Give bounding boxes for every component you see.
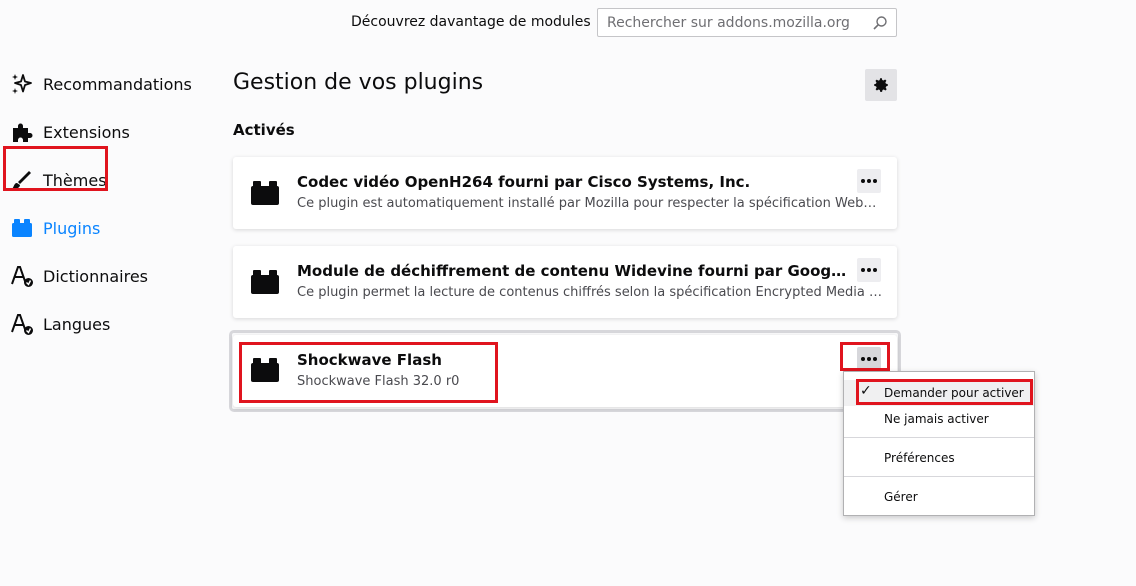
plugin-name: Shockwave Flash xyxy=(297,351,442,369)
search-icon[interactable] xyxy=(872,15,888,31)
sidebar-item-plugins[interactable]: Plugins xyxy=(0,204,210,252)
more-dot xyxy=(873,179,877,183)
dictionary-icon xyxy=(11,266,33,287)
language-icon xyxy=(11,314,33,335)
checkmark-icon: ✓ xyxy=(860,383,872,399)
plugin-name: Codec vidéo OpenH264 fourni par Cisco Sy… xyxy=(297,173,751,191)
addons-manager-page: Découvrez davantage de modules Recommand… xyxy=(0,0,1136,586)
sidebar-item-label: Plugins xyxy=(43,218,101,238)
discover-more-label: Découvrez davantage de modules xyxy=(351,14,591,30)
plugin-name: Module de déchiffrement de contenu Widev… xyxy=(297,262,847,280)
menu-item-label: Ne jamais activer xyxy=(884,412,989,426)
more-dot xyxy=(861,179,865,183)
sidebar-item-label: Recommandations xyxy=(43,74,192,94)
menu-item-preferences[interactable]: Préférences xyxy=(844,445,1034,471)
menu-item-never-activate[interactable]: Ne jamais activer xyxy=(844,406,1034,432)
menu-item-ask-to-activate[interactable]: ✓ Demander pour activer xyxy=(844,380,1034,406)
more-dot xyxy=(867,357,871,361)
menu-separator xyxy=(844,437,1034,438)
more-dot xyxy=(873,268,877,272)
menu-item-label: Demander pour activer xyxy=(884,386,1024,400)
sparkle-icon xyxy=(12,74,32,94)
plugin-description: Shockwave Flash 32.0 r0 xyxy=(297,374,460,389)
sidebar-item-label: Extensions xyxy=(43,122,130,142)
more-dot xyxy=(867,179,871,183)
plugin-icon xyxy=(251,358,279,382)
menu-item-label: Préférences xyxy=(884,451,955,465)
more-options-button[interactable] xyxy=(857,347,881,371)
sidebar-item-languages[interactable]: Langues xyxy=(0,300,210,348)
menu-item-label: Gérer xyxy=(884,490,918,504)
page-title: Gestion de vos plugins xyxy=(233,70,484,95)
search-input[interactable] xyxy=(598,9,866,36)
more-dot xyxy=(861,268,865,272)
puzzle-icon xyxy=(13,123,33,142)
sidebar-item-label: Langues xyxy=(43,314,111,334)
plugin-icon xyxy=(251,181,279,205)
more-dot xyxy=(861,357,865,361)
plugin-card-flash[interactable]: Shockwave Flash Shockwave Flash 32.0 r0 xyxy=(233,335,897,407)
tools-button[interactable] xyxy=(865,69,897,101)
plugin-icon xyxy=(251,270,279,294)
sidebar-item-recommendations[interactable]: Recommandations xyxy=(0,60,210,108)
enabled-section-title: Activés xyxy=(233,121,295,139)
more-dot xyxy=(873,357,877,361)
more-options-button[interactable] xyxy=(857,169,881,193)
more-dot xyxy=(867,268,871,272)
more-options-button[interactable] xyxy=(857,258,881,282)
plugin-card[interactable]: Codec vidéo OpenH264 fourni par Cisco Sy… xyxy=(233,157,897,229)
sidebar-item-dictionaries[interactable]: Dictionnaires xyxy=(0,252,210,300)
gear-icon xyxy=(874,78,888,92)
search-box[interactable] xyxy=(597,8,897,37)
plugin-options-menu: ✓ Demander pour activer Ne jamais active… xyxy=(843,371,1035,516)
plugin-icon xyxy=(12,219,32,237)
sidebar-item-label: Dictionnaires xyxy=(43,266,149,286)
menu-separator xyxy=(844,476,1034,477)
plugin-card[interactable]: Module de déchiffrement de contenu Widev… xyxy=(233,246,897,318)
plugin-description: Ce plugin permet la lecture de contenus … xyxy=(297,285,882,300)
menu-item-manage[interactable]: Gérer xyxy=(844,484,1034,510)
plugin-description: Ce plugin est automatiquement installé p… xyxy=(297,196,882,211)
plugins-highlight-box xyxy=(3,146,108,191)
top-search-row: Découvrez davantage de modules xyxy=(0,8,1136,38)
category-sidebar: Recommandations Extensions Thèmes Plugin… xyxy=(0,60,210,348)
